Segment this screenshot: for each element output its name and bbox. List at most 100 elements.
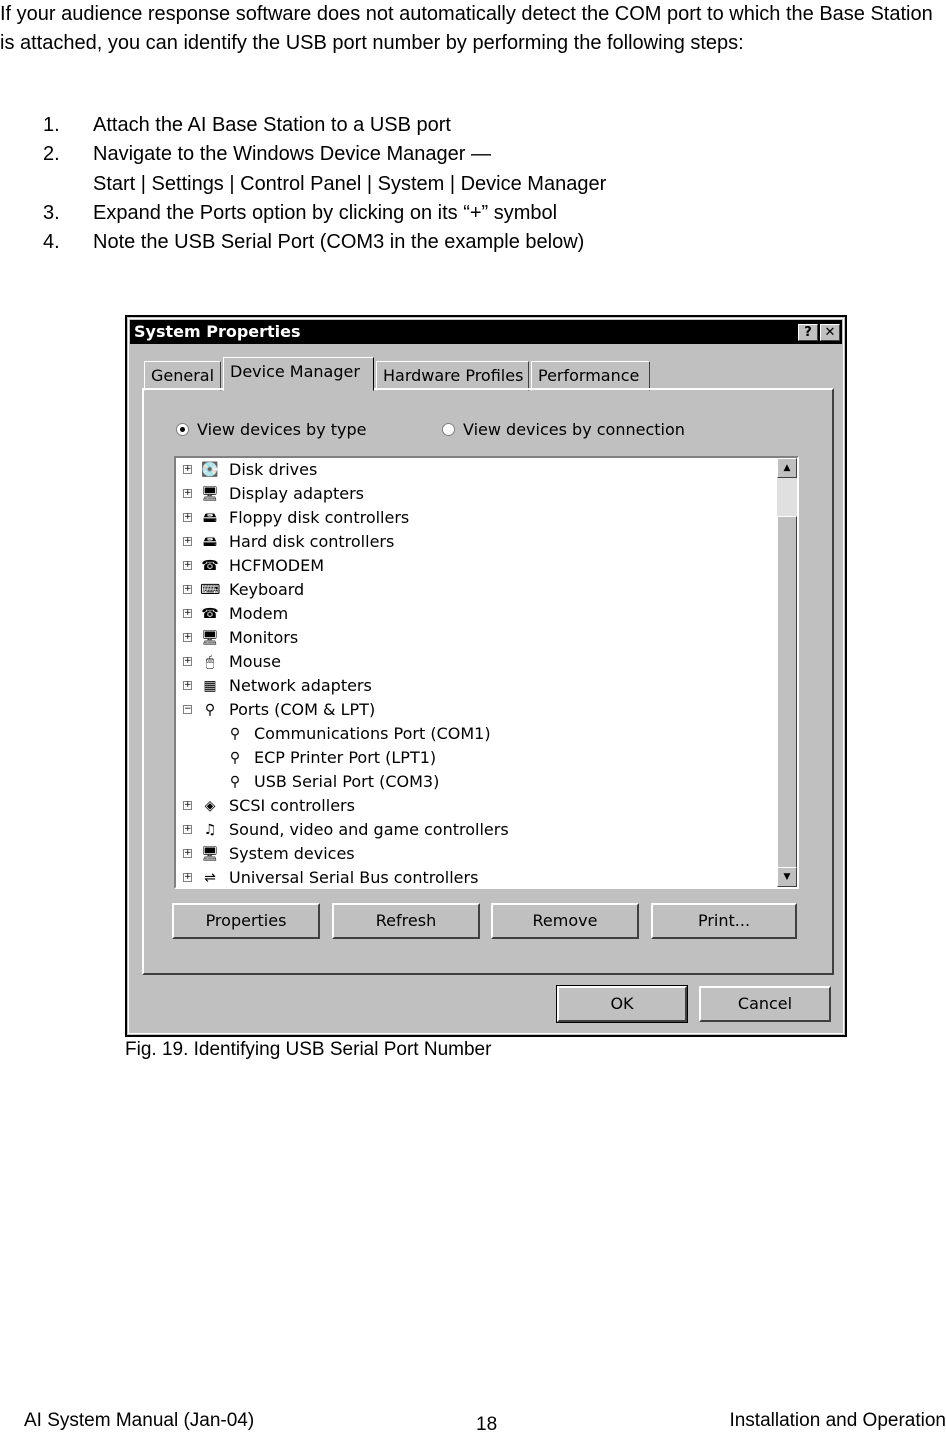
device-icon: 🖱	[205, 654, 215, 670]
scroll-down-button[interactable]: ▼	[777, 867, 797, 887]
footer-right: Installation and Operation	[729, 1410, 946, 1431]
system-properties-dialog: System Properties ? ✕ General Device Man…	[125, 315, 847, 1037]
footer-left: AI System Manual (Jan-04)	[24, 1410, 255, 1431]
device-icon: ▦	[203, 678, 217, 694]
tree-item-label: System devices	[229, 844, 355, 863]
tree-item[interactable]: + 🖴 Hard disk controllers	[176, 530, 776, 554]
tree-item-label: Display adapters	[229, 484, 365, 503]
device-icon: ⇌	[204, 870, 216, 886]
device-icon: ⚲	[204, 702, 216, 718]
tab-hardware-profiles[interactable]: Hardware Profiles	[376, 361, 529, 391]
tree-item-label: Monitors	[229, 628, 299, 647]
ok-button[interactable]: OK	[556, 985, 688, 1023]
tree-item[interactable]: + ♫ Sound, video and game controllers	[176, 818, 776, 842]
expand-icon[interactable]: +	[183, 513, 192, 522]
device-icon: ☎	[201, 606, 219, 622]
tree-item-label: Network adapters	[229, 676, 372, 695]
tree-item[interactable]: + 🖥 Display adapters	[176, 482, 776, 506]
device-icon: ⚲	[229, 774, 241, 790]
radio-unselected-icon	[442, 423, 455, 436]
expand-icon[interactable]: +	[183, 537, 192, 546]
properties-button[interactable]: Properties	[172, 903, 320, 939]
expand-icon[interactable]: +	[183, 849, 192, 858]
tree-item-label: Universal Serial Bus controllers	[229, 868, 479, 887]
close-button[interactable]: ✕	[820, 324, 840, 341]
radio-view-by-type[interactable]: View devices by type	[176, 420, 366, 439]
device-icon: ⚲	[229, 750, 241, 766]
tree-item[interactable]: + ⌨ Keyboard	[176, 578, 776, 602]
page-number: 18	[476, 1414, 498, 1435]
step-number: 4.	[43, 231, 60, 253]
tree-item[interactable]: − ⚲ Ports (COM & LPT)	[176, 698, 776, 722]
device-icon: 💽	[201, 462, 219, 478]
help-button[interactable]: ?	[798, 324, 818, 341]
intro-paragraph: If your audience response software does …	[0, 3, 933, 54]
step-number: 2.	[43, 143, 60, 165]
tree-item[interactable]: + ▦ Network adapters	[176, 674, 776, 698]
tree-item[interactable]: + 🖥 System devices	[176, 842, 776, 866]
expand-icon[interactable]: +	[183, 801, 192, 810]
tree-item[interactable]: + 🖱 Mouse	[176, 650, 776, 674]
step-text: Note the USB Serial Port (COM3 in the ex…	[93, 231, 585, 253]
cancel-button[interactable]: Cancel	[699, 986, 831, 1022]
scroll-up-button[interactable]: ▲	[777, 458, 797, 478]
expand-icon[interactable]: +	[183, 633, 192, 642]
tree-item-label: USB Serial Port (COM3)	[254, 772, 440, 791]
tree-item[interactable]: + ⇌ Universal Serial Bus controllers	[176, 866, 776, 887]
expand-icon[interactable]: +	[183, 609, 192, 618]
tab-general[interactable]: General	[144, 361, 221, 391]
refresh-button[interactable]: Refresh	[332, 903, 480, 939]
remove-button[interactable]: Remove	[491, 903, 639, 939]
device-icon: 🖴	[202, 510, 218, 526]
step-text: Expand the Ports option by clicking on i…	[93, 202, 558, 224]
tree-item[interactable]: + 🖥 Monitors	[176, 626, 776, 650]
radio-selected-icon	[176, 423, 189, 436]
tree-item[interactable]: ⚲ ECP Printer Port (LPT1)	[176, 746, 776, 770]
expand-icon[interactable]: +	[183, 465, 192, 474]
tree-item-label: Sound, video and game controllers	[229, 820, 509, 839]
tree-item[interactable]: + ◈ SCSI controllers	[176, 794, 776, 818]
tree-item-label: HCFMODEM	[229, 556, 325, 575]
scroll-thumb[interactable]	[777, 516, 797, 868]
tree-item[interactable]: + 💽 Disk drives	[176, 458, 776, 482]
expand-icon[interactable]: +	[183, 657, 192, 666]
expand-icon[interactable]: +	[183, 489, 192, 498]
device-icon: ⚲	[229, 726, 241, 742]
expand-icon[interactable]: +	[183, 585, 192, 594]
device-icon: 🖥	[201, 486, 219, 502]
tree-item[interactable]: + ☎ HCFMODEM	[176, 554, 776, 578]
device-icon: 🖴	[202, 534, 218, 550]
device-icon: ⌨	[200, 582, 221, 598]
tree-item-label: Hard disk controllers	[229, 532, 395, 551]
tree-item[interactable]: ⚲ Communications Port (COM1)	[176, 722, 776, 746]
tab-performance[interactable]: Performance	[531, 361, 650, 391]
expand-icon[interactable]: +	[183, 681, 192, 690]
tree-item[interactable]: ⚲ USB Serial Port (COM3)	[176, 770, 776, 794]
expand-icon[interactable]: +	[183, 873, 192, 882]
expand-icon[interactable]: +	[183, 561, 192, 570]
tree-item-label: ECP Printer Port (LPT1)	[254, 748, 437, 767]
radio-label: View devices by connection	[463, 420, 685, 439]
tree-item-label: Floppy disk controllers	[229, 508, 410, 527]
expand-icon[interactable]: +	[183, 825, 192, 834]
device-icon: ◈	[204, 798, 216, 814]
tree-item-label: Mouse	[229, 652, 281, 671]
tab-device-manager[interactable]: Device Manager	[223, 357, 374, 391]
step-number: 1.	[43, 114, 60, 136]
dialog-title: System Properties	[134, 322, 301, 341]
tree-item[interactable]: + 🖴 Floppy disk controllers	[176, 506, 776, 530]
radio-view-by-connection[interactable]: View devices by connection	[442, 420, 685, 439]
device-icon: ☎	[201, 558, 219, 574]
tree-item-label: Ports (COM & LPT)	[229, 700, 376, 719]
tree-item-label: Modem	[229, 604, 289, 623]
tree-item-label: Disk drives	[229, 460, 318, 479]
collapse-icon[interactable]: −	[183, 705, 192, 714]
figure-caption: Fig. 19. Identifying USB Serial Port Num…	[125, 1039, 492, 1060]
step-text: Attach the AI Base Station to a USB port	[93, 114, 451, 136]
tree-item[interactable]: + ☎ Modem	[176, 602, 776, 626]
device-tree[interactable]: + ⇌ Universal Serial Bus controllers + 🖥 Syst…	[174, 456, 799, 889]
vertical-scrollbar[interactable]: ▲ ▼	[777, 458, 797, 887]
step-number: 3.	[43, 202, 60, 224]
print-button[interactable]: Print...	[651, 903, 797, 939]
device-icon: 🖥	[201, 630, 219, 646]
